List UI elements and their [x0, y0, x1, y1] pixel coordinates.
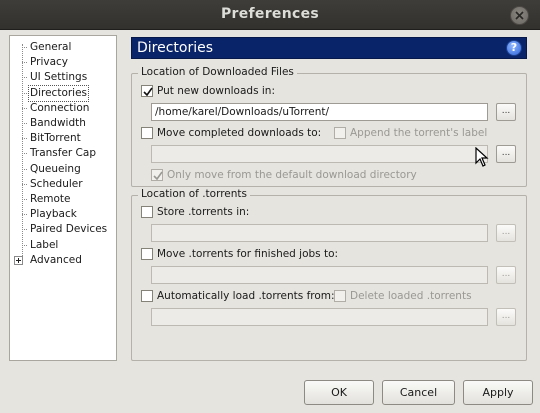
tree-connector	[22, 214, 27, 216]
tree-connector	[22, 47, 27, 48]
move-completed-browse-button[interactable]: ...	[496, 145, 516, 163]
move-finished-browse-button[interactable]: ...	[496, 266, 516, 284]
put-new-downloads-path-field[interactable]: /home/karel/Downloads/uTorrent/	[151, 103, 488, 121]
sidebar-item-label: Label	[30, 238, 59, 251]
store-torrents-browse-button[interactable]: ...	[496, 224, 516, 242]
auto-load-torrents-label[interactable]: Automatically load .torrents from:	[157, 290, 335, 302]
move-finished-torrents-label[interactable]: Move .torrents for finished jobs to:	[157, 248, 338, 260]
put-new-downloads-label[interactable]: Put new downloads in:	[157, 85, 275, 97]
tree-connector	[22, 138, 27, 140]
delete-loaded-label: Delete loaded .torrents	[350, 290, 472, 302]
tree-connector	[22, 168, 27, 170]
close-button[interactable]	[510, 6, 529, 25]
cancel-button[interactable]: Cancel	[382, 380, 455, 405]
checkmark-icon	[143, 87, 153, 97]
sidebar-item-label: Privacy	[30, 56, 69, 69]
sidebar-item-label: Scheduler	[30, 177, 83, 190]
tree-connector	[22, 183, 27, 185]
move-finished-torrents-checkbox[interactable]	[141, 248, 153, 260]
tree-connector	[22, 62, 27, 64]
move-completed-checkbox[interactable]	[141, 127, 153, 139]
sidebar-item-label: Paired Devices	[30, 223, 108, 236]
sidebar-item-label: Advanced	[30, 253, 82, 266]
put-new-downloads-checkbox[interactable]	[141, 85, 153, 97]
tree-connector	[22, 123, 27, 124]
sidebar-item-label: General	[30, 41, 72, 53]
mouse-cursor-icon	[475, 147, 489, 167]
sidebar-item-label: Remote	[30, 193, 71, 205]
page-header: Directories ?	[131, 37, 527, 59]
page-title: Directories	[137, 40, 214, 56]
store-torrents-label[interactable]: Store .torrents in:	[157, 206, 249, 218]
only-move-default-checkbox[interactable]	[151, 169, 163, 181]
auto-load-torrents-checkbox[interactable]	[141, 290, 153, 302]
tree-connector	[22, 199, 27, 200]
close-icon	[515, 11, 524, 20]
tree-connector	[22, 153, 27, 155]
sidebar-item-label: Queueing	[30, 162, 81, 175]
tree-connector	[22, 244, 27, 246]
append-label-checkbox[interactable]	[334, 127, 346, 139]
sidebar-item-label: Directories	[27, 84, 90, 102]
expand-plus-icon[interactable]	[14, 255, 23, 265]
only-move-default-label: Only move from the default download dire…	[167, 169, 417, 181]
sidebar-item-label: Bandwidth	[30, 117, 86, 129]
delete-loaded-checkbox[interactable]	[334, 290, 346, 302]
tree-connector	[22, 92, 27, 94]
window-title: Preferences	[220, 6, 320, 22]
sidebar-item-label: Playback	[30, 208, 77, 221]
torrents-group-title: Location of .torrents	[138, 188, 251, 200]
tree-connector	[22, 44, 23, 260]
tree-connector	[22, 229, 27, 231]
tree-connector	[22, 107, 27, 109]
sidebar-item-label: Transfer Cap	[30, 147, 96, 160]
apply-button[interactable]: Apply	[463, 380, 533, 405]
category-tree[interactable]: General Privacy UI Settings Directories Conn…	[9, 35, 117, 361]
ok-button[interactable]: OK	[304, 380, 374, 405]
store-torrents-path-field[interactable]	[151, 224, 488, 242]
dialog-client: General Privacy UI Settings Directories Conn…	[0, 30, 540, 413]
put-new-downloads-browse-button[interactable]: ...	[496, 103, 516, 121]
append-label-label: Append the torrent's label	[350, 127, 488, 139]
move-completed-label[interactable]: Move completed downloads to:	[157, 127, 321, 139]
checkmark-icon	[153, 171, 163, 181]
auto-load-browse-button[interactable]: ...	[496, 308, 516, 326]
help-icon[interactable]: ?	[506, 40, 522, 56]
sidebar-item-label: BitTorrent	[30, 132, 81, 145]
title-bar: Preferences	[0, 0, 540, 30]
sidebar-item-label: Connection	[30, 101, 90, 114]
tree-connector	[22, 77, 27, 79]
move-finished-path-field[interactable]	[151, 266, 488, 284]
store-torrents-checkbox[interactable]	[141, 206, 153, 218]
downloaded-group-title: Location of Downloaded Files	[138, 66, 297, 78]
auto-load-path-field[interactable]	[151, 308, 488, 326]
sidebar-item-label: UI Settings	[30, 71, 88, 84]
move-completed-path-field[interactable]	[151, 145, 488, 163]
